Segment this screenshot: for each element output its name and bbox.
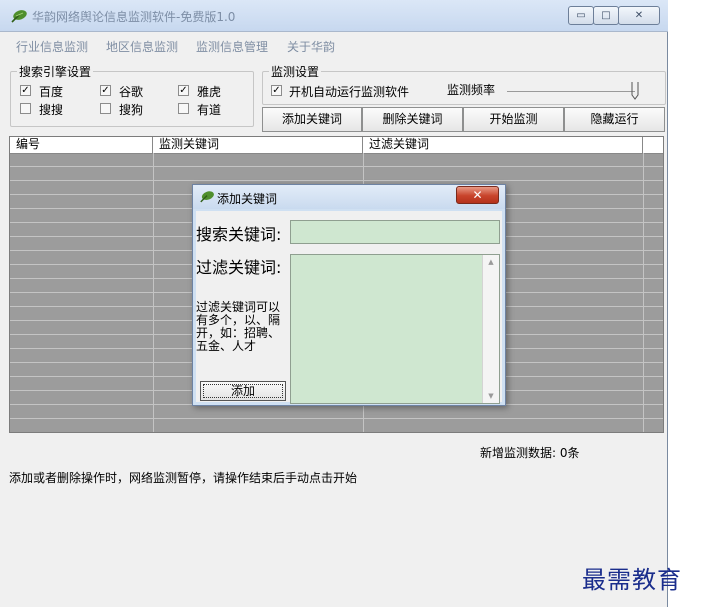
start-monitor-button[interactable]: 开始监测: [463, 107, 564, 132]
window-title: 华韵网络舆论信息监测软件-免费版1.0: [32, 10, 236, 24]
new-data-count: 新增监测数据: 0条: [480, 446, 580, 460]
autorun-checkbox[interactable]: ✓: [271, 85, 282, 96]
frequency-label: 监测频率: [447, 83, 496, 97]
menu-monitor-manage[interactable]: 监测信息管理: [196, 38, 268, 55]
frequency-slider-track[interactable]: [507, 91, 635, 92]
watermark-text: 最需教育: [582, 566, 682, 594]
textarea-scrollbar[interactable]: ▲ ▼: [482, 255, 499, 403]
filter-keyword-hint: 过滤关键词可以有多个，以、隔开，如：招聘、五金、人才: [196, 300, 281, 353]
baidu-checkbox[interactable]: ✓: [20, 85, 31, 96]
filter-keyword-textarea[interactable]: ▲ ▼: [290, 254, 500, 404]
sogou-label: 搜狗: [119, 103, 144, 117]
youdao-checkbox[interactable]: [178, 103, 189, 114]
autorun-label: 开机自动运行监测软件: [289, 85, 410, 99]
menu-region-monitor[interactable]: 地区信息监测: [106, 38, 178, 55]
menu-about[interactable]: 关于华韵: [287, 38, 335, 55]
dialog-close-button[interactable]: ✕: [456, 186, 499, 204]
column-divider: [153, 153, 154, 432]
search-engine-group-title: 搜索引擎设置: [17, 63, 94, 80]
google-label: 谷歌: [119, 85, 144, 99]
hide-run-button[interactable]: 隐藏运行: [564, 107, 665, 132]
leaf-app-icon: [11, 10, 27, 23]
add-keyword-button[interactable]: 添加关键词: [262, 107, 362, 132]
scroll-up-icon[interactable]: ▲: [483, 258, 499, 266]
close-button[interactable]: ✕: [618, 6, 660, 25]
menu-bar: 行业信息监测 地区信息监测 监测信息管理 关于华韵: [0, 34, 668, 56]
minimize-button[interactable]: ▭: [568, 6, 594, 25]
yahoo-label: 雅虎: [197, 85, 222, 99]
sogou-checkbox[interactable]: [100, 103, 111, 114]
filter-keyword-label: 过滤关键词:: [196, 258, 282, 277]
search-keyword-label: 搜索关键词:: [196, 225, 282, 244]
search-engine-group: 搜索引擎设置 ✓ 百度 ✓ 谷歌 ✓ 雅虎 搜搜 搜狗 有道: [10, 63, 254, 127]
main-window: 华韵网络舆论信息监测软件-免费版1.0 ▭ □ ✕ 行业信息监测 地区信息监测 …: [0, 0, 668, 607]
soso-checkbox[interactable]: [20, 103, 31, 114]
table-row[interactable]: [10, 167, 663, 181]
youdao-label: 有道: [197, 103, 222, 117]
frequency-slider-thumb[interactable]: [631, 82, 639, 100]
dialog-title: 添加关键词: [217, 192, 278, 206]
leaf-app-icon: [200, 191, 214, 203]
operation-notice: 添加或者删除操作时，网络监测暂停，请操作结束后手动点击开始: [9, 471, 358, 485]
table-row[interactable]: [10, 405, 663, 419]
dialog-title-bar[interactable]: 添加关键词 ✕: [193, 185, 505, 209]
table-row[interactable]: [10, 153, 663, 167]
close-icon: ✕: [634, 10, 644, 21]
search-keyword-input[interactable]: [290, 220, 500, 244]
minimize-icon: ▭: [576, 10, 586, 21]
menu-industry-monitor[interactable]: 行业信息监测: [16, 38, 88, 55]
google-checkbox[interactable]: ✓: [100, 85, 111, 96]
column-header-monitor-keyword[interactable]: 监测关键词: [153, 137, 363, 153]
soso-label: 搜搜: [39, 103, 64, 117]
add-keyword-dialog: 添加关键词 ✕ 搜索关键词: 过滤关键词: ▲ ▼ 过滤关键词可以有多个，以、隔…: [192, 184, 506, 406]
column-header-id[interactable]: 编号: [10, 137, 153, 153]
column-divider: [643, 153, 644, 432]
maximize-icon: □: [601, 10, 611, 21]
caption-buttons: ▭ □ ✕: [568, 6, 660, 26]
yahoo-checkbox[interactable]: ✓: [178, 85, 189, 96]
add-button[interactable]: 添加: [200, 381, 286, 401]
maximize-button[interactable]: □: [593, 6, 619, 25]
table-row[interactable]: [10, 419, 663, 432]
scroll-down-icon[interactable]: ▼: [483, 392, 499, 400]
table-header: 编号 监测关键词 过滤关键词: [10, 137, 663, 154]
dialog-body: 搜索关键词: 过滤关键词: ▲ ▼ 过滤关键词可以有多个，以、隔开，如：招聘、五…: [196, 211, 502, 404]
baidu-label: 百度: [39, 85, 64, 99]
delete-keyword-button[interactable]: 删除关键词: [362, 107, 463, 132]
close-icon: ✕: [472, 188, 483, 202]
title-bar[interactable]: 华韵网络舆论信息监测软件-免费版1.0 ▭ □ ✕: [0, 0, 668, 32]
monitor-settings-group: 监测设置 ✓ 开机自动运行监测软件 监测频率: [262, 63, 666, 105]
monitor-settings-group-title: 监测设置: [269, 63, 322, 80]
column-header-filter-keyword[interactable]: 过滤关键词: [363, 137, 643, 153]
